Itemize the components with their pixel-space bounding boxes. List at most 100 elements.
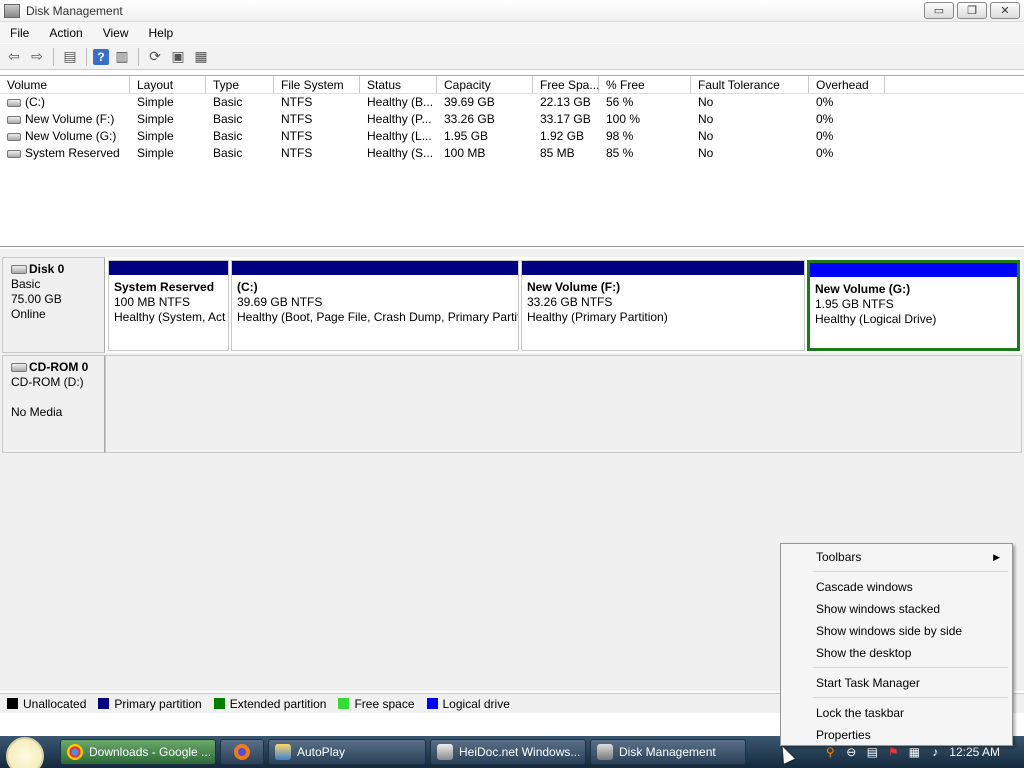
- console-tree-icon[interactable]: ▤: [60, 47, 80, 67]
- column-header-capacity[interactable]: Capacity: [437, 76, 533, 93]
- cdrom-icon: [11, 363, 27, 373]
- layout-cell: Simple: [137, 112, 174, 126]
- volume-list-header: Volume Layout Type File System Status Ca…: [0, 76, 1024, 94]
- column-header-file-system[interactable]: File System: [274, 76, 360, 93]
- taskbar-button-firefox[interactable]: [220, 739, 264, 765]
- menu-item-start-task-manager[interactable]: Start Task Manager: [783, 672, 1010, 694]
- menu-item-label: Toolbars: [816, 550, 862, 564]
- minimize-button[interactable]: ▭: [924, 2, 954, 19]
- status-cell: Healthy (L...: [367, 129, 432, 143]
- disk-0-label[interactable]: Disk 0 Basic 75.00 GB Online: [2, 257, 105, 353]
- action-pane-icon[interactable]: ▥: [112, 47, 132, 67]
- column-header-fault-tolerance[interactable]: Fault Tolerance: [691, 76, 809, 93]
- menu-divider: [813, 697, 1008, 698]
- partition-name: System Reserved: [114, 280, 215, 294]
- menu-view[interactable]: View: [93, 26, 139, 40]
- partition-system-reserved[interactable]: System Reserved 100 MB NTFS Healthy (Sys…: [108, 260, 229, 351]
- partition-f[interactable]: New Volume (F:) 33.26 GB NTFS Healthy (P…: [521, 260, 805, 351]
- capacity-cell: 100 MB: [444, 146, 486, 160]
- fault-tolerance-cell: No: [698, 129, 714, 143]
- file-system-cell: NTFS: [281, 112, 313, 126]
- start-button[interactable]: [0, 736, 44, 768]
- column-header-overhead[interactable]: Overhead: [809, 76, 885, 93]
- logical-drive-bar: [810, 263, 1017, 277]
- cdrom-0-label[interactable]: CD-ROM 0 CD-ROM (D:) No Media: [2, 355, 105, 453]
- maximize-button[interactable]: ❐: [957, 2, 987, 19]
- action-center-icon[interactable]: ⚑: [886, 745, 900, 759]
- legend-label: Unallocated: [23, 696, 87, 711]
- column-header-layout[interactable]: Layout: [130, 76, 206, 93]
- partition-info: New Volume (G:) 1.95 GB NTFS Healthy (Lo…: [810, 277, 1017, 332]
- percent-free-cell: 85 %: [606, 146, 634, 160]
- menu-divider: [813, 667, 1008, 668]
- volume-icon: [7, 115, 21, 124]
- layout-cell: Simple: [137, 129, 174, 143]
- file-system-cell: NTFS: [281, 95, 313, 109]
- primary-partition-bar: [232, 261, 518, 275]
- column-header-free-space[interactable]: Free Spa...: [533, 76, 599, 93]
- partition-size: 1.95 GB NTFS: [815, 297, 894, 311]
- volume-name: (C:): [25, 95, 45, 109]
- legend-label: Extended partition: [229, 696, 327, 711]
- column-header-status[interactable]: Status: [360, 76, 437, 93]
- partition-status: Healthy (System, Act: [114, 310, 226, 324]
- menu-item-show-windows-stacked[interactable]: Show windows stacked: [783, 598, 1010, 620]
- help-icon[interactable]: ?: [93, 48, 109, 65]
- type-cell: Basic: [213, 129, 243, 143]
- menu-item-lock-taskbar[interactable]: Lock the taskbar: [783, 702, 1010, 724]
- menu-item-toolbars[interactable]: Toolbars ▶: [783, 546, 1010, 568]
- column-header-type[interactable]: Type: [206, 76, 274, 93]
- volume-icon[interactable]: ♪: [928, 745, 942, 759]
- logical-drive-swatch: [426, 698, 438, 709]
- taskbar-button-autoplay[interactable]: AutoPlay: [268, 739, 426, 765]
- forward-icon[interactable]: ⇨: [27, 47, 47, 67]
- table-row[interactable]: New Volume (G:) Simple Basic NTFS Health…: [0, 128, 1024, 145]
- disk-0-row: Disk 0 Basic 75.00 GB Online System Rese…: [2, 257, 1022, 353]
- file-system-cell: NTFS: [281, 146, 313, 160]
- partition-name: New Volume (F:): [527, 280, 621, 294]
- table-row[interactable]: (C:) Simple Basic NTFS Healthy (B... 39.…: [0, 94, 1024, 111]
- hard-disk-icon: [11, 265, 27, 275]
- back-icon[interactable]: ⇦: [4, 47, 24, 67]
- taskbar-button-chrome[interactable]: Downloads - Google ...: [60, 739, 216, 765]
- search-icon[interactable]: ⚲: [823, 745, 837, 759]
- menu-item-cascade-windows[interactable]: Cascade windows: [783, 576, 1010, 598]
- disk-management-app-icon: [4, 3, 20, 18]
- taskbar-button-disk-management[interactable]: Disk Management: [590, 739, 746, 765]
- table-row[interactable]: New Volume (F:) Simple Basic NTFS Health…: [0, 111, 1024, 128]
- percent-free-cell: 56 %: [606, 95, 634, 109]
- refresh-icon[interactable]: ⟳: [145, 47, 165, 67]
- column-header-volume[interactable]: Volume: [0, 76, 130, 93]
- task-label: HeiDoc.net Windows...: [459, 745, 581, 759]
- menu-action[interactable]: Action: [39, 26, 92, 40]
- table-row[interactable]: System Reserved Simple Basic NTFS Health…: [0, 145, 1024, 162]
- partition-info: System Reserved 100 MB NTFS Healthy (Sys…: [109, 275, 228, 330]
- toolbar: ⇦ ⇨ ▤ ? ▥ ⟳ ▣ ▦: [0, 44, 1024, 70]
- capacity-cell: 39.69 GB: [444, 95, 495, 109]
- primary-partition-swatch: [98, 698, 110, 709]
- taskbar-button-heidoc[interactable]: HeiDoc.net Windows...: [430, 739, 586, 765]
- menu-file[interactable]: File: [0, 26, 39, 40]
- menu-item-show-desktop[interactable]: Show the desktop: [783, 642, 1010, 664]
- messenger-icon[interactable]: ⊖: [844, 745, 858, 759]
- partition-size: 100 MB NTFS: [114, 295, 191, 309]
- disk-0-partitions: System Reserved 100 MB NTFS Healthy (Sys…: [105, 257, 1022, 353]
- security-icon[interactable]: ▤: [865, 745, 879, 759]
- export-icon[interactable]: ▦: [191, 47, 211, 67]
- cdrom-0-space[interactable]: [105, 355, 1022, 453]
- status-cell: Healthy (B...: [367, 95, 434, 109]
- close-button[interactable]: ✕: [990, 2, 1020, 19]
- window-controls: ▭ ❐ ✕: [924, 2, 1020, 19]
- column-header-percent-free[interactable]: % Free: [599, 76, 691, 93]
- menu-item-show-windows-side-by-side[interactable]: Show windows side by side: [783, 620, 1010, 642]
- properties-icon[interactable]: ▣: [168, 47, 188, 67]
- legend-item: Free space: [338, 697, 415, 711]
- menu-item-properties[interactable]: Properties: [783, 724, 1010, 746]
- network-icon[interactable]: ▦: [907, 745, 921, 759]
- partition-c[interactable]: (C:) 39.69 GB NTFS Healthy (Boot, Page F…: [231, 260, 519, 351]
- free-space-swatch: [338, 698, 350, 709]
- menu-help[interactable]: Help: [139, 26, 184, 40]
- clock[interactable]: 12:25 AM: [949, 745, 1000, 759]
- free-space-cell: 22.13 GB: [540, 95, 591, 109]
- partition-g[interactable]: New Volume (G:) 1.95 GB NTFS Healthy (Lo…: [807, 260, 1020, 351]
